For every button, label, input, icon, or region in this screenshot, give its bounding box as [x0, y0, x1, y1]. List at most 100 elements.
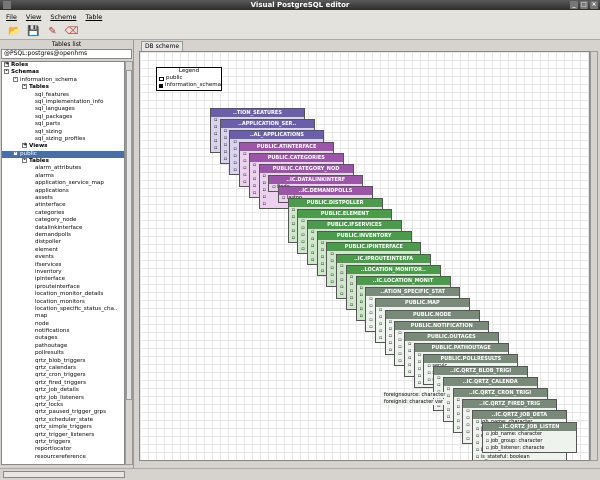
tree-item[interactable]: qrtz_trigger_listeners: [2, 432, 124, 439]
tree-item[interactable]: demandpolls: [2, 232, 124, 239]
diagram-table-title: ..TION_SEATURES: [211, 109, 304, 117]
tree-item[interactable]: sql_features: [2, 92, 124, 99]
collapse-icon[interactable]: -: [4, 69, 9, 75]
tree-item-label: location_specific_status_cha..: [35, 305, 118, 312]
tree-item[interactable]: - information_schema: [2, 76, 124, 84]
menu-view[interactable]: View: [26, 13, 41, 21]
tree-item[interactable]: location_specific_status_cha..: [2, 306, 124, 313]
tree-item[interactable]: qrtz_locks: [2, 402, 124, 409]
tree-item-label: iprouteinterface: [35, 283, 80, 290]
expand-icon[interactable]: +: [4, 62, 9, 67]
expand-icon[interactable]: +: [22, 143, 27, 149]
diagram-table-column: ▫ job_name: character: [485, 430, 543, 437]
tree-item[interactable]: atinterface: [2, 202, 124, 209]
tree-item[interactable]: sql_sizing_profiles: [2, 136, 124, 143]
tree-scrollbar-thumb[interactable]: [126, 70, 132, 400]
tree-item[interactable]: sql_parts: [2, 121, 124, 128]
tree-item[interactable]: qrtz_blob_triggers: [2, 358, 124, 365]
collapse-icon[interactable]: -: [22, 84, 27, 90]
tree-scrollbar[interactable]: [125, 61, 133, 465]
tab-db-scheme[interactable]: DB scheme: [141, 41, 183, 51]
tree-item[interactable]: - Schemas: [2, 69, 124, 76]
tree-item-label: qrtz_job_listeners: [35, 394, 84, 401]
menu-scheme[interactable]: Scheme: [50, 13, 76, 21]
connection-field[interactable]: @PSQL:postgres@openhms: [1, 49, 132, 59]
collapse-icon[interactable]: -: [22, 158, 27, 164]
tree-item[interactable]: application_service_map: [2, 180, 124, 187]
collapse-icon[interactable]: -: [13, 76, 18, 82]
diagram-table-title: PUBLIC.POLLRESULTS: [424, 355, 518, 364]
tree-item[interactable]: sql_sizing: [2, 129, 124, 136]
tree-item[interactable]: - Tables: [2, 84, 124, 91]
tree-item[interactable]: qrtz_simple_triggers: [2, 424, 124, 431]
open-icon[interactable]: 📂: [8, 25, 21, 38]
collapse-icon[interactable]: -: [13, 150, 18, 156]
tree-item-label: resourcereference: [35, 453, 86, 460]
tree-item[interactable]: categories: [2, 210, 124, 217]
tree-item[interactable]: sql_packages: [2, 114, 124, 121]
tree-item[interactable]: iprouteinterface: [2, 284, 124, 291]
tree-item-label: assets: [35, 195, 53, 202]
menu-table[interactable]: Table: [85, 13, 102, 21]
eraser-icon[interactable]: ⌫: [64, 25, 78, 38]
tree-item[interactable]: qrtz_cron_triggers: [2, 372, 124, 379]
tree-item[interactable]: reportlocator: [2, 446, 124, 453]
tree-item[interactable]: notifications: [2, 328, 124, 335]
tree-item[interactable]: qrtz_triggers: [2, 439, 124, 446]
tree-item[interactable]: alarm_attributes: [2, 165, 124, 172]
tree-item[interactable]: ipinterface: [2, 276, 124, 283]
statusbar: [0, 468, 600, 480]
diagram-table-title: PUBLIC.NODE: [385, 310, 479, 319]
schema-tree[interactable]: + Roles - Schemas - information_schema - Tables…: [1, 61, 125, 465]
diagram-table-title: PUBLIC.PATHOUTAGE: [414, 344, 508, 353]
tree-item[interactable]: qrtz_job_details: [2, 387, 124, 394]
tree-item[interactable]: map: [2, 313, 124, 320]
minimize-icon[interactable]: _: [570, 1, 578, 9]
diagram-table-title: PUBLIC.IPINTERFACE: [327, 243, 421, 252]
tree-item[interactable]: element: [2, 247, 124, 254]
tree-item[interactable]: inventory: [2, 269, 124, 276]
tree-item[interactable]: assets: [2, 195, 124, 202]
canvas-scrollbar[interactable]: [590, 51, 598, 461]
tree-item[interactable]: qrtz_scheduler_state: [2, 417, 124, 424]
diagram-table-title: ..AL_APPLICATIONS: [230, 131, 324, 140]
window-menu-icon[interactable]: [3, 1, 11, 9]
tree-item-label: sql_languages: [35, 106, 75, 113]
tree-item[interactable]: qrtz_fired_triggers: [2, 380, 124, 387]
maximize-icon[interactable]: □: [580, 1, 588, 9]
diagram-canvas[interactable]: Legend public information_schema ..TION_…: [139, 51, 590, 461]
tree-item[interactable]: datalinkinterface: [2, 225, 124, 232]
tree-item[interactable]: alarms: [2, 173, 124, 180]
tree-item[interactable]: applications: [2, 188, 124, 195]
tree-item[interactable]: location_monitor_details: [2, 291, 124, 298]
menu-file[interactable]: File: [6, 13, 17, 21]
tree-item[interactable]: + Views: [2, 143, 124, 150]
tree-item[interactable]: pollresults: [2, 350, 124, 357]
tree-item[interactable]: qrtz_paused_trigger_grps: [2, 409, 124, 416]
diagram-table-column: ▫ job_listener: characte: [485, 444, 545, 451]
tree-item[interactable]: qrtz_job_listeners: [2, 395, 124, 402]
diagram-table-title: ..LOCATION_MONITOR..: [346, 265, 440, 274]
pencil-icon[interactable]: ✎: [46, 25, 59, 38]
tree-item[interactable]: - public: [2, 150, 124, 159]
tree-item[interactable]: sql_implementation_info: [2, 99, 124, 106]
tree-item[interactable]: events: [2, 254, 124, 261]
diagram-table[interactable]: ..IC.QRTZ_JOB_LISTEN ▫ job_name: characte…: [481, 421, 577, 453]
tree-item[interactable]: ifservices: [2, 262, 124, 269]
tree-item[interactable]: pathoutage: [2, 343, 124, 350]
tree-item[interactable]: - Tables: [2, 158, 124, 165]
tree-item[interactable]: category_node: [2, 217, 124, 224]
tree-item[interactable]: resourcereference: [2, 454, 124, 461]
save-icon[interactable]: 💾: [27, 25, 40, 38]
tree-item-label: location_monitors: [35, 298, 85, 305]
close-icon[interactable]: ×: [590, 1, 598, 9]
tree-item[interactable]: location_monitors: [2, 299, 124, 306]
tree-item[interactable]: node: [2, 321, 124, 328]
tree-item[interactable]: distpoller: [2, 239, 124, 246]
status-progress: [3, 471, 125, 478]
tree-item[interactable]: outages: [2, 335, 124, 342]
tree-item[interactable]: sql_languages: [2, 106, 124, 113]
diagram-table-title: PUBLIC.INVENTORY: [317, 232, 411, 241]
tree-item[interactable]: qrtz_calendars: [2, 365, 124, 372]
tree-item-label: public: [20, 150, 37, 157]
